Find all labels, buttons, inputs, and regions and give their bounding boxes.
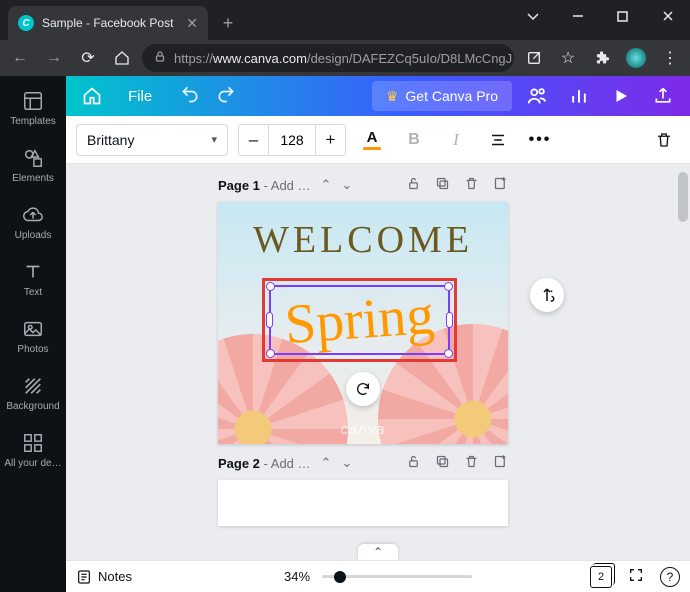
text-color-swatch: [363, 147, 381, 150]
more-options-button[interactable]: •••: [524, 124, 556, 156]
sidebar-label: Uploads: [15, 230, 52, 241]
zoom-level-label[interactable]: 34%: [284, 569, 310, 584]
zoom-slider[interactable]: [322, 575, 472, 578]
nav-home-button[interactable]: [108, 44, 136, 72]
page2-delete-icon[interactable]: [464, 454, 479, 472]
undo-button[interactable]: [180, 84, 200, 109]
page1-delete-icon[interactable]: [464, 176, 479, 194]
font-size-decrease-button[interactable]: –: [239, 125, 269, 155]
resize-handle-br[interactable]: [444, 349, 453, 358]
page2-collapse-down-icon[interactable]: ⌄: [341, 455, 352, 471]
floating-add-button[interactable]: [530, 278, 564, 312]
get-canva-pro-button[interactable]: ♛ Get Canva Pro: [372, 81, 512, 111]
sidebar-label: Elements: [12, 173, 54, 184]
share-page-icon[interactable]: [520, 44, 548, 72]
extensions-icon[interactable]: [588, 44, 616, 72]
text-color-button[interactable]: A: [356, 124, 388, 156]
publish-button[interactable]: [646, 79, 680, 113]
page-1-canvas[interactable]: WELCOME Spring canva: [218, 202, 508, 444]
fullscreen-button[interactable]: [628, 567, 644, 586]
page1-add-page-icon[interactable]: [493, 176, 508, 194]
nav-back-button[interactable]: ←: [6, 44, 34, 72]
sync-rotate-button[interactable]: [346, 372, 380, 406]
new-tab-button[interactable]: +: [214, 9, 242, 37]
text-color-letter: A: [367, 129, 378, 146]
page1-duplicate-icon[interactable]: [435, 176, 450, 194]
tab-close-icon[interactable]: ✕: [186, 15, 198, 32]
browser-menu-icon[interactable]: ⋮: [656, 44, 684, 72]
font-size-increase-button[interactable]: +: [315, 125, 345, 155]
page-count-value: 2: [598, 571, 604, 583]
url-text: https://www.canva.com/design/DAFEZCq5uIo…: [174, 51, 514, 66]
notes-label: Notes: [98, 569, 132, 584]
sidebar-item-background[interactable]: Background: [0, 365, 66, 422]
sidebar-item-templates[interactable]: Templates: [0, 80, 66, 137]
present-button[interactable]: [604, 79, 638, 113]
zoom-slider-thumb[interactable]: [334, 571, 346, 583]
sidebar-label: All your de…: [4, 458, 61, 469]
canva-home-button[interactable]: [76, 80, 108, 112]
crown-icon: ♛: [386, 88, 399, 105]
italic-button[interactable]: I: [440, 124, 472, 156]
notes-button[interactable]: Notes: [76, 569, 132, 585]
sidebar-item-text[interactable]: Text: [0, 251, 66, 308]
sidebar-label: Photos: [17, 344, 48, 355]
page1-collapse-down-icon[interactable]: ⌄: [341, 177, 352, 193]
canva-watermark: canva: [218, 421, 508, 438]
page-count-button[interactable]: 2: [590, 566, 612, 588]
sidebar-item-elements[interactable]: Elements: [0, 137, 66, 194]
nav-forward-button: →: [40, 44, 68, 72]
pages-panel-toggle[interactable]: ⌃: [358, 544, 398, 560]
bold-button[interactable]: B: [398, 124, 430, 156]
canva-favicon-icon: C: [18, 15, 34, 31]
page2-add-title[interactable]: - Add …: [264, 456, 311, 471]
window-maximize-icon[interactable]: [600, 0, 645, 32]
page-2-canvas[interactable]: [218, 480, 508, 526]
page1-add-title[interactable]: - Add …: [264, 178, 311, 193]
font-family-picker[interactable]: Brittany ▾: [76, 124, 228, 156]
page1-collapse-up-icon[interactable]: ⌃: [321, 177, 332, 193]
page2-lock-icon[interactable]: [406, 454, 421, 472]
help-button[interactable]: ?: [660, 567, 680, 587]
window-close-icon[interactable]: [645, 0, 690, 32]
delete-element-button[interactable]: [648, 124, 680, 156]
font-name: Brittany: [87, 132, 134, 148]
share-collaborators-button[interactable]: [520, 79, 554, 113]
page1-title: Page 1: [218, 178, 260, 193]
text-align-button[interactable]: [482, 124, 514, 156]
selection-bounding-box[interactable]: Spring: [269, 285, 450, 355]
sidebar-label: Text: [24, 287, 42, 298]
tab-title: Sample - Facebook Post: [42, 16, 173, 30]
browser-tab[interactable]: C Sample - Facebook Post ✕: [8, 6, 208, 40]
sidebar-item-all-designs[interactable]: All your de…: [0, 422, 66, 479]
file-menu-button[interactable]: File: [116, 80, 164, 112]
sidebar-label: Templates: [10, 116, 56, 127]
window-collapse-tabs-icon[interactable]: [510, 0, 555, 32]
redo-button[interactable]: [216, 84, 236, 109]
analytics-button[interactable]: [562, 79, 596, 113]
selection-highlight-box: Spring: [262, 278, 457, 362]
profile-avatar[interactable]: [622, 44, 650, 72]
nav-reload-button[interactable]: ⟳: [74, 44, 102, 72]
sidebar-label: Background: [6, 401, 59, 412]
vertical-scrollbar[interactable]: [678, 172, 688, 222]
font-size-stepper: – +: [238, 124, 346, 156]
page2-duplicate-icon[interactable]: [435, 454, 450, 472]
spring-text-element[interactable]: Spring: [269, 281, 450, 359]
page2-add-page-icon[interactable]: [493, 454, 508, 472]
resize-handle-tl[interactable]: [266, 282, 275, 291]
sidebar-item-uploads[interactable]: Uploads: [0, 194, 66, 251]
get-pro-label: Get Canva Pro: [405, 88, 498, 104]
page2-collapse-up-icon[interactable]: ⌃: [321, 455, 332, 471]
font-size-input[interactable]: [269, 125, 315, 155]
lock-icon: [154, 50, 166, 66]
address-bar[interactable]: https://www.canva.com/design/DAFEZCq5uIo…: [142, 44, 514, 72]
page1-lock-icon[interactable]: [406, 176, 421, 194]
welcome-text-element[interactable]: WELCOME: [218, 218, 508, 262]
window-minimize-icon[interactable]: [555, 0, 600, 32]
sidebar-item-photos[interactable]: Photos: [0, 308, 66, 365]
bookmark-icon[interactable]: ☆: [554, 44, 582, 72]
page2-title: Page 2: [218, 456, 260, 471]
chevron-down-icon: ▾: [211, 133, 217, 146]
